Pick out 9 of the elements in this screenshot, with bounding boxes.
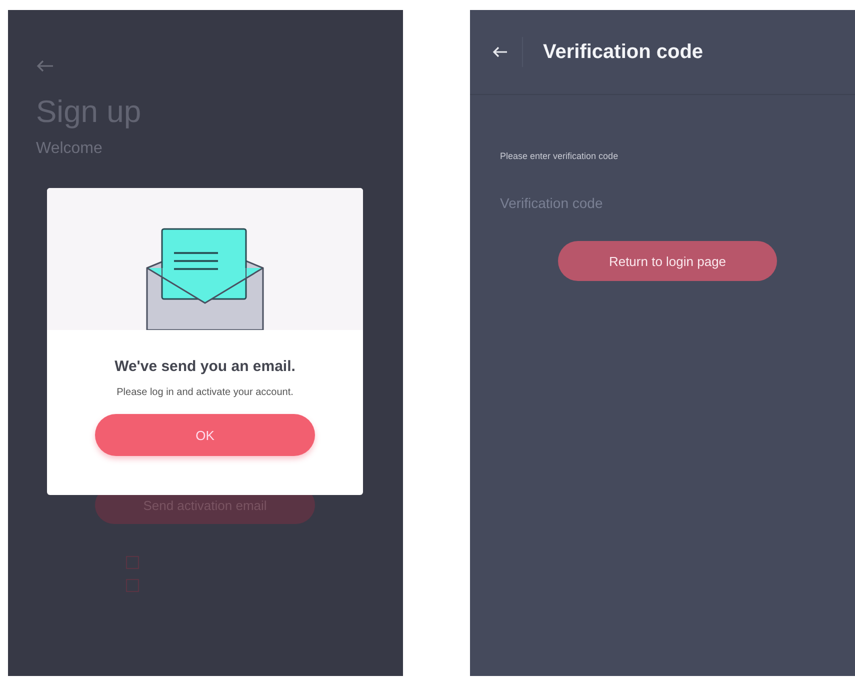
verification-code-field[interactable]: Verification code	[500, 195, 820, 211]
return-to-login-button[interactable]: Return to login page	[558, 241, 777, 281]
checkbox[interactable]	[126, 556, 139, 569]
header-title: Verification code	[543, 40, 704, 64]
dialog-message: Please log in and activate your account.	[116, 387, 294, 398]
checkbox[interactable]	[126, 579, 139, 592]
field-label: Please enter verification code	[500, 151, 620, 161]
dialog-title: We've send you an email.	[114, 358, 296, 375]
ok-button[interactable]: OK	[95, 414, 315, 456]
